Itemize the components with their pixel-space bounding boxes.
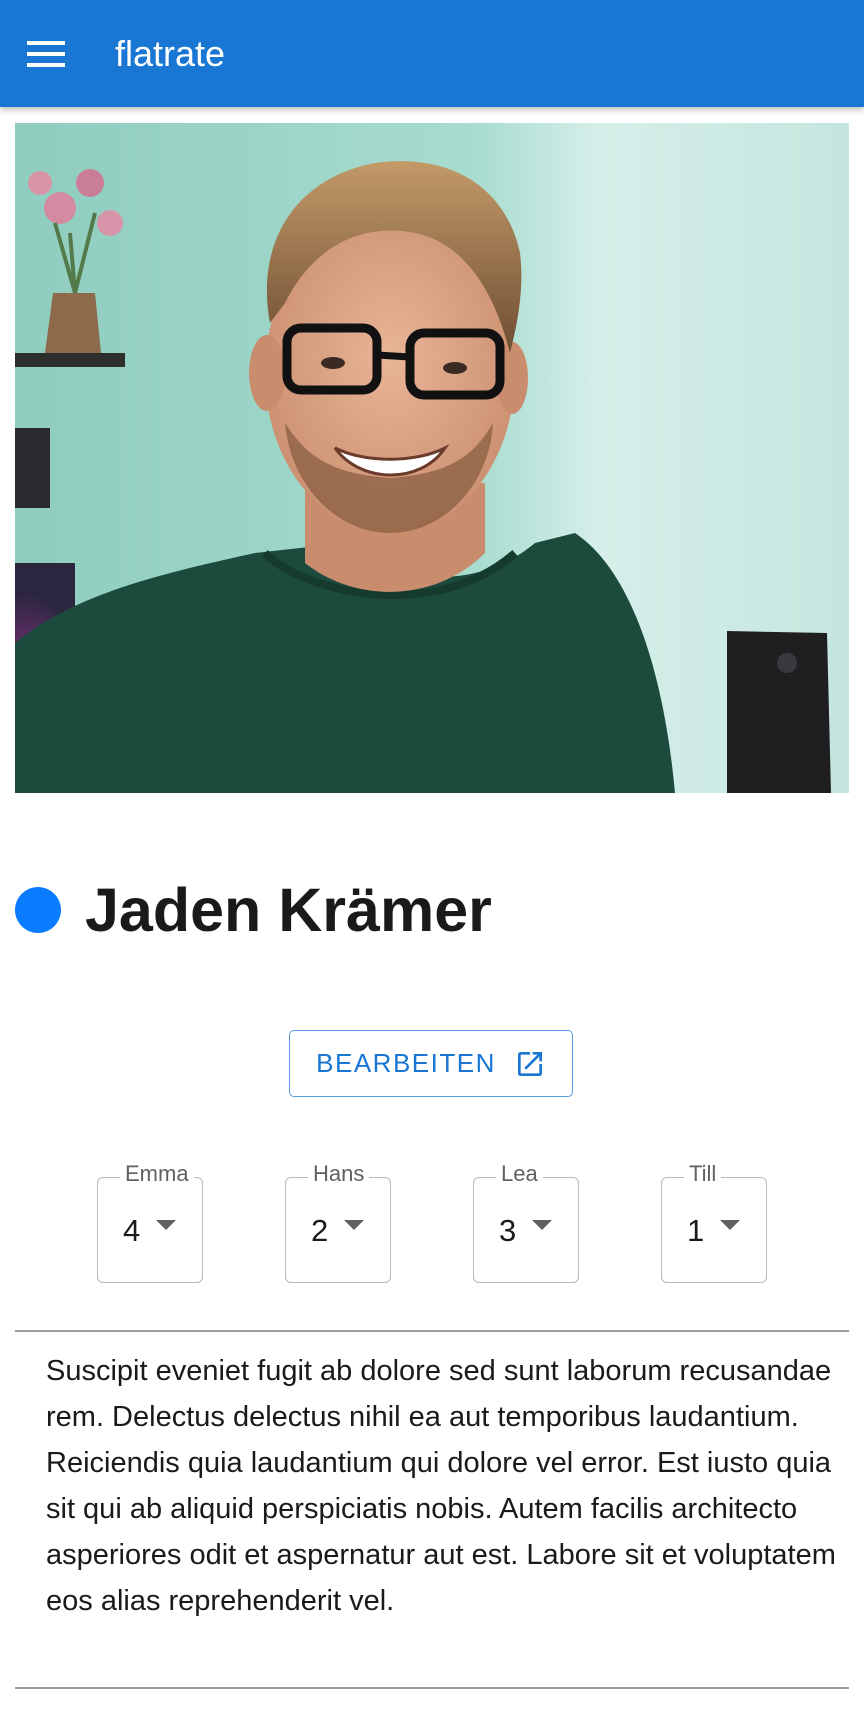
rating-label-till: Till — [684, 1161, 722, 1187]
dropdown-arrow-icon — [720, 1220, 740, 1230]
hamburger-menu-icon — [27, 41, 65, 67]
open-in-new-icon — [517, 1051, 542, 1076]
menu-button[interactable] — [20, 30, 72, 78]
rating-label-hans: Hans — [308, 1161, 370, 1187]
divider-bottom — [15, 1687, 849, 1689]
rating-label-emma: Emma — [120, 1161, 194, 1187]
rating-select-lea[interactable]: Lea 3 — [473, 1161, 579, 1283]
edit-button[interactable]: BEARBEITEN — [289, 1030, 573, 1097]
dropdown-arrow-icon — [532, 1220, 552, 1230]
divider-top — [15, 1330, 849, 1332]
rating-label-lea: Lea — [496, 1161, 543, 1187]
dropdown-arrow-icon — [156, 1220, 176, 1230]
profile-description: Suscipit eveniet fugit ab dolore sed sun… — [46, 1355, 836, 1617]
rating-select-till[interactable]: Till 1 — [661, 1161, 767, 1283]
rating-select-emma[interactable]: Emma 4 — [97, 1161, 203, 1283]
rating-select-hans[interactable]: Hans 2 — [285, 1161, 391, 1283]
edit-button-label: BEARBEITEN — [316, 1048, 496, 1078]
profile-name: Jaden Krämer — [85, 876, 492, 944]
status-dot — [15, 887, 61, 933]
profile-photo — [15, 123, 849, 793]
app-title: flatrate — [115, 33, 226, 74]
dropdown-arrow-icon — [344, 1220, 364, 1230]
rating-value-emma: 4 — [123, 1213, 141, 1248]
rating-value-till: 1 — [687, 1213, 705, 1248]
profile-heading: Jaden Krämer — [15, 870, 492, 950]
app-bar: flatrate — [0, 0, 864, 107]
rating-value-lea: 3 — [499, 1213, 517, 1248]
rating-value-hans: 2 — [311, 1213, 329, 1248]
